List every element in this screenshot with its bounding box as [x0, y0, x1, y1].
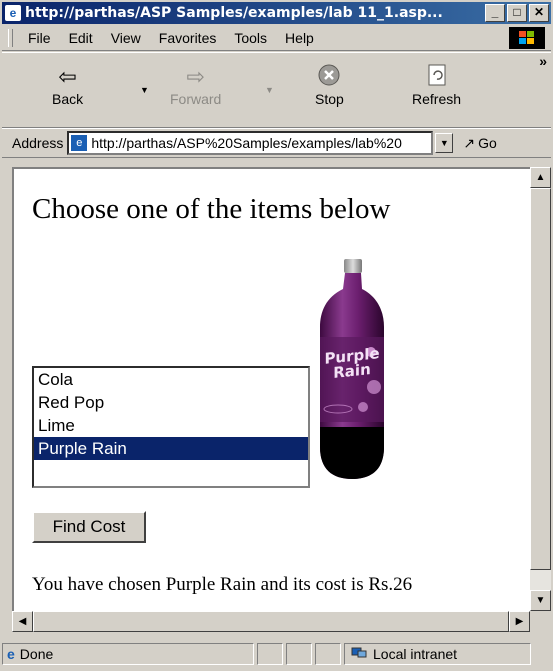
scroll-left-icon[interactable]: ◀: [12, 611, 33, 632]
scroll-up-icon[interactable]: ▲: [530, 167, 551, 188]
zone-text: Local intranet: [373, 646, 458, 662]
refresh-label: Refresh: [412, 91, 462, 107]
bottle-image: Purple Rain: [316, 257, 388, 482]
go-arrow-icon: ↗: [463, 134, 476, 151]
back-arrow-icon: ⇦: [58, 64, 77, 89]
status-zone-panel: Local intranet: [344, 643, 531, 665]
address-label: Address: [12, 135, 64, 151]
status-text: Done: [19, 646, 54, 662]
address-input[interactable]: e http://parthas/ASP%20Samples/examples/…: [67, 131, 434, 155]
go-label: Go: [478, 135, 497, 151]
refresh-icon: [412, 63, 461, 91]
menu-help[interactable]: Help: [276, 30, 323, 46]
menu-bar: File Edit View Favorites Tools Help: [2, 26, 551, 51]
menu-view[interactable]: View: [102, 30, 150, 46]
forward-label: Forward: [170, 91, 222, 107]
scroll-down-icon[interactable]: ▼: [530, 590, 551, 611]
menu-grip: [8, 29, 13, 47]
status-panel-2: [257, 643, 283, 665]
stop-label: Stop: [315, 91, 344, 107]
stop-button[interactable]: Stop: [315, 63, 344, 107]
forward-dropdown-icon[interactable]: ▼: [265, 85, 274, 95]
list-item-selected[interactable]: Purple Rain: [34, 437, 308, 460]
close-button[interactable]: ✕: [529, 4, 549, 22]
window-title: http://parthas/ASP Samples/examples/lab …: [25, 5, 443, 21]
ie-page-icon: e: [7, 646, 15, 662]
status-panel-4: [315, 643, 341, 665]
forward-button[interactable]: ⇨ Forward: [170, 63, 221, 107]
list-item[interactable]: Lime: [34, 414, 308, 437]
address-url: http://parthas/ASP%20Samples/examples/la…: [91, 135, 402, 151]
page-icon: e: [71, 135, 88, 151]
scroll-right-icon[interactable]: ▶: [509, 611, 530, 632]
horizontal-scrollbar[interactable]: ◀ ▶: [12, 611, 530, 632]
standard-toolbar: ⇦ Back ▼ ⇨ Forward ▼ Stop Refresh »: [2, 52, 551, 128]
status-panel-3: [286, 643, 312, 665]
ie-icon: e: [5, 5, 21, 21]
toolbar-overflow-chevron-icon[interactable]: »: [539, 53, 547, 69]
address-dropdown-button[interactable]: ▼: [435, 133, 454, 153]
page-heading: Choose one of the items below: [32, 193, 391, 225]
refresh-button[interactable]: Refresh: [412, 63, 461, 107]
horizontal-scroll-thumb[interactable]: [33, 611, 509, 632]
intranet-icon: [351, 646, 367, 663]
back-button[interactable]: ⇦ Back: [52, 63, 83, 107]
address-bar: Address e http://parthas/ASP%20Samples/e…: [2, 128, 551, 158]
menu-favorites[interactable]: Favorites: [150, 30, 226, 46]
windows-logo-icon: [509, 27, 545, 49]
forward-arrow-icon: ⇨: [186, 64, 205, 89]
find-cost-button[interactable]: Find Cost: [32, 511, 146, 543]
list-item[interactable]: Red Pop: [34, 391, 308, 414]
back-dropdown-icon[interactable]: ▼: [140, 85, 149, 95]
vertical-scrollbar[interactable]: ▲ ▼: [530, 167, 551, 611]
vertical-scroll-thumb[interactable]: [530, 188, 551, 570]
status-bar: e Done Local intranet: [2, 641, 551, 667]
list-item[interactable]: Cola: [34, 368, 308, 391]
minimize-button[interactable]: _: [485, 4, 505, 22]
stop-icon: [315, 63, 344, 91]
back-label: Back: [52, 91, 84, 107]
menu-file[interactable]: File: [19, 30, 60, 46]
menu-edit[interactable]: Edit: [60, 30, 102, 46]
page-content: Choose one of the items below Purple Rai…: [12, 167, 532, 611]
go-button[interactable]: ↗ Go: [463, 135, 496, 152]
maximize-button[interactable]: □: [507, 4, 527, 22]
result-text: You have chosen Purple Rain and its cost…: [32, 574, 413, 595]
item-listbox[interactable]: Cola Red Pop Lime Purple Rain: [32, 366, 310, 488]
title-bar[interactable]: e http://parthas/ASP Samples/examples/la…: [2, 2, 551, 24]
status-panel-main: e Done: [2, 643, 254, 665]
browser-window: e http://parthas/ASP Samples/examples/la…: [0, 0, 553, 671]
menu-tools[interactable]: Tools: [225, 30, 276, 46]
